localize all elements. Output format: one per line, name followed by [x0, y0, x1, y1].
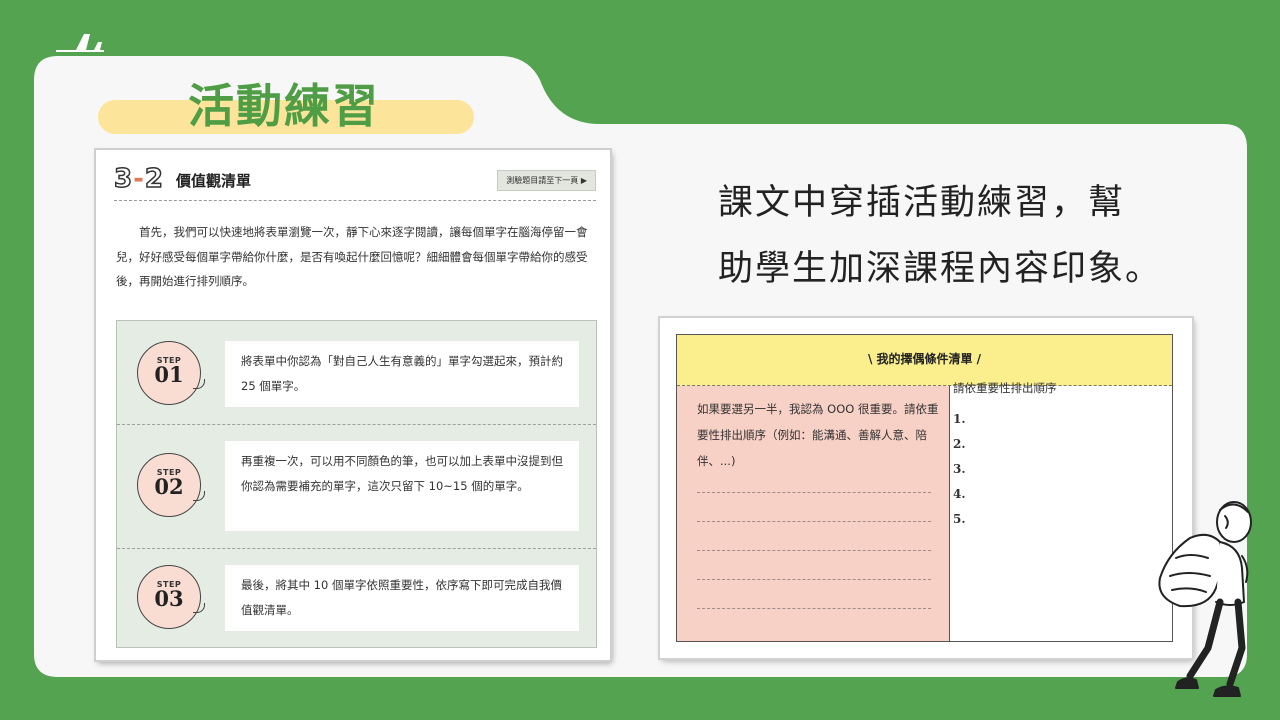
worksheet-table: \ 我的擇偶條件清單 / 如果要選另一半，我認為 OOO 很重要。請依重要性排出…: [676, 334, 1173, 642]
answer-line: [697, 608, 931, 609]
student-backpack-illustration: [1158, 501, 1252, 697]
section-title: 價值觀清單: [176, 172, 252, 190]
step-text: 再重複一次，可以用不同顏色的筆，也可以加上表單中沒提到但你認為需要補充的單字，這…: [225, 441, 579, 531]
steps-box: STEP 01 將表單中你認為「對自己人生有意義的」單字勾選起來，預計約 25 …: [116, 320, 597, 648]
answer-line: [697, 550, 931, 551]
step-text: 最後，將其中 10 個單字依照重要性，依序寫下即可完成自我價值觀清單。: [225, 565, 579, 631]
worksheet-header: \ 我的擇偶條件清單 /: [677, 335, 1172, 386]
intro-paragraph: 首先，我們可以快速地將表單瀏覽一次，靜下心來逐字閱讀，讓每個單字在腦海停留一會兒…: [116, 225, 588, 288]
step-row: STEP 03 最後，將其中 10 個單字依照重要性，依序寫下即可完成自我價值觀…: [117, 548, 596, 648]
list-item: 1.: [953, 412, 966, 426]
answer-line: [697, 521, 931, 522]
list-item: 5.: [953, 512, 966, 526]
ranking-title: 請依重要性排出順序: [953, 381, 1057, 395]
divider: [114, 200, 596, 201]
step-row: STEP 01 將表單中你認為「對自己人生有意義的」單字勾選起來，預計約 25 …: [117, 321, 596, 424]
value-list-page-screenshot: 3-2 價值觀清單 測驗題目請至下一頁 ▶ 首先，我們可以快速地將表單瀏覽一次，…: [96, 150, 610, 660]
step-badge: STEP 02: [137, 453, 201, 517]
airplane-icon: [56, 34, 104, 52]
ranking-list: 1. 2. 3. 4. 5.: [953, 407, 966, 532]
page-title: 活動練習: [188, 79, 380, 133]
next-page-badge: 測驗題目請至下一頁 ▶: [497, 170, 596, 191]
worksheet-prompt: 如果要選另一半，我認為 OOO 很重要。請依重要性排出順序（例如：能溝通、善解人…: [697, 402, 939, 468]
step-badge: STEP 01: [137, 341, 201, 405]
section-header: 3-2 價值觀清單 測驗題目請至下一頁 ▶: [113, 163, 596, 196]
slide-description: 課文中穿插活動練習，幫 助學生加深課程內容印象。: [718, 183, 1163, 289]
worksheet-left-column: 如果要選另一半，我認為 OOO 很重要。請依重要性排出順序（例如：能溝通、善解人…: [677, 386, 950, 641]
list-item: 2.: [953, 437, 966, 451]
answer-line: [697, 492, 931, 493]
partner-criteria-worksheet: \ 我的擇偶條件清單 / 如果要選另一半，我認為 OOO 很重要。請依重要性排出…: [660, 318, 1192, 658]
step-text: 將表單中你認為「對自己人生有意義的」單字勾選起來，預計約 25 個單字。: [225, 341, 579, 407]
section-number: 3-2: [113, 163, 164, 195]
list-item: 4.: [953, 487, 966, 501]
step-badge: STEP 03: [137, 565, 201, 629]
step-row: STEP 02 再重複一次，可以用不同顏色的筆，也可以加上表單中沒提到但你認為需…: [117, 424, 596, 548]
list-item: 3.: [953, 462, 966, 476]
answer-line: [697, 579, 931, 580]
